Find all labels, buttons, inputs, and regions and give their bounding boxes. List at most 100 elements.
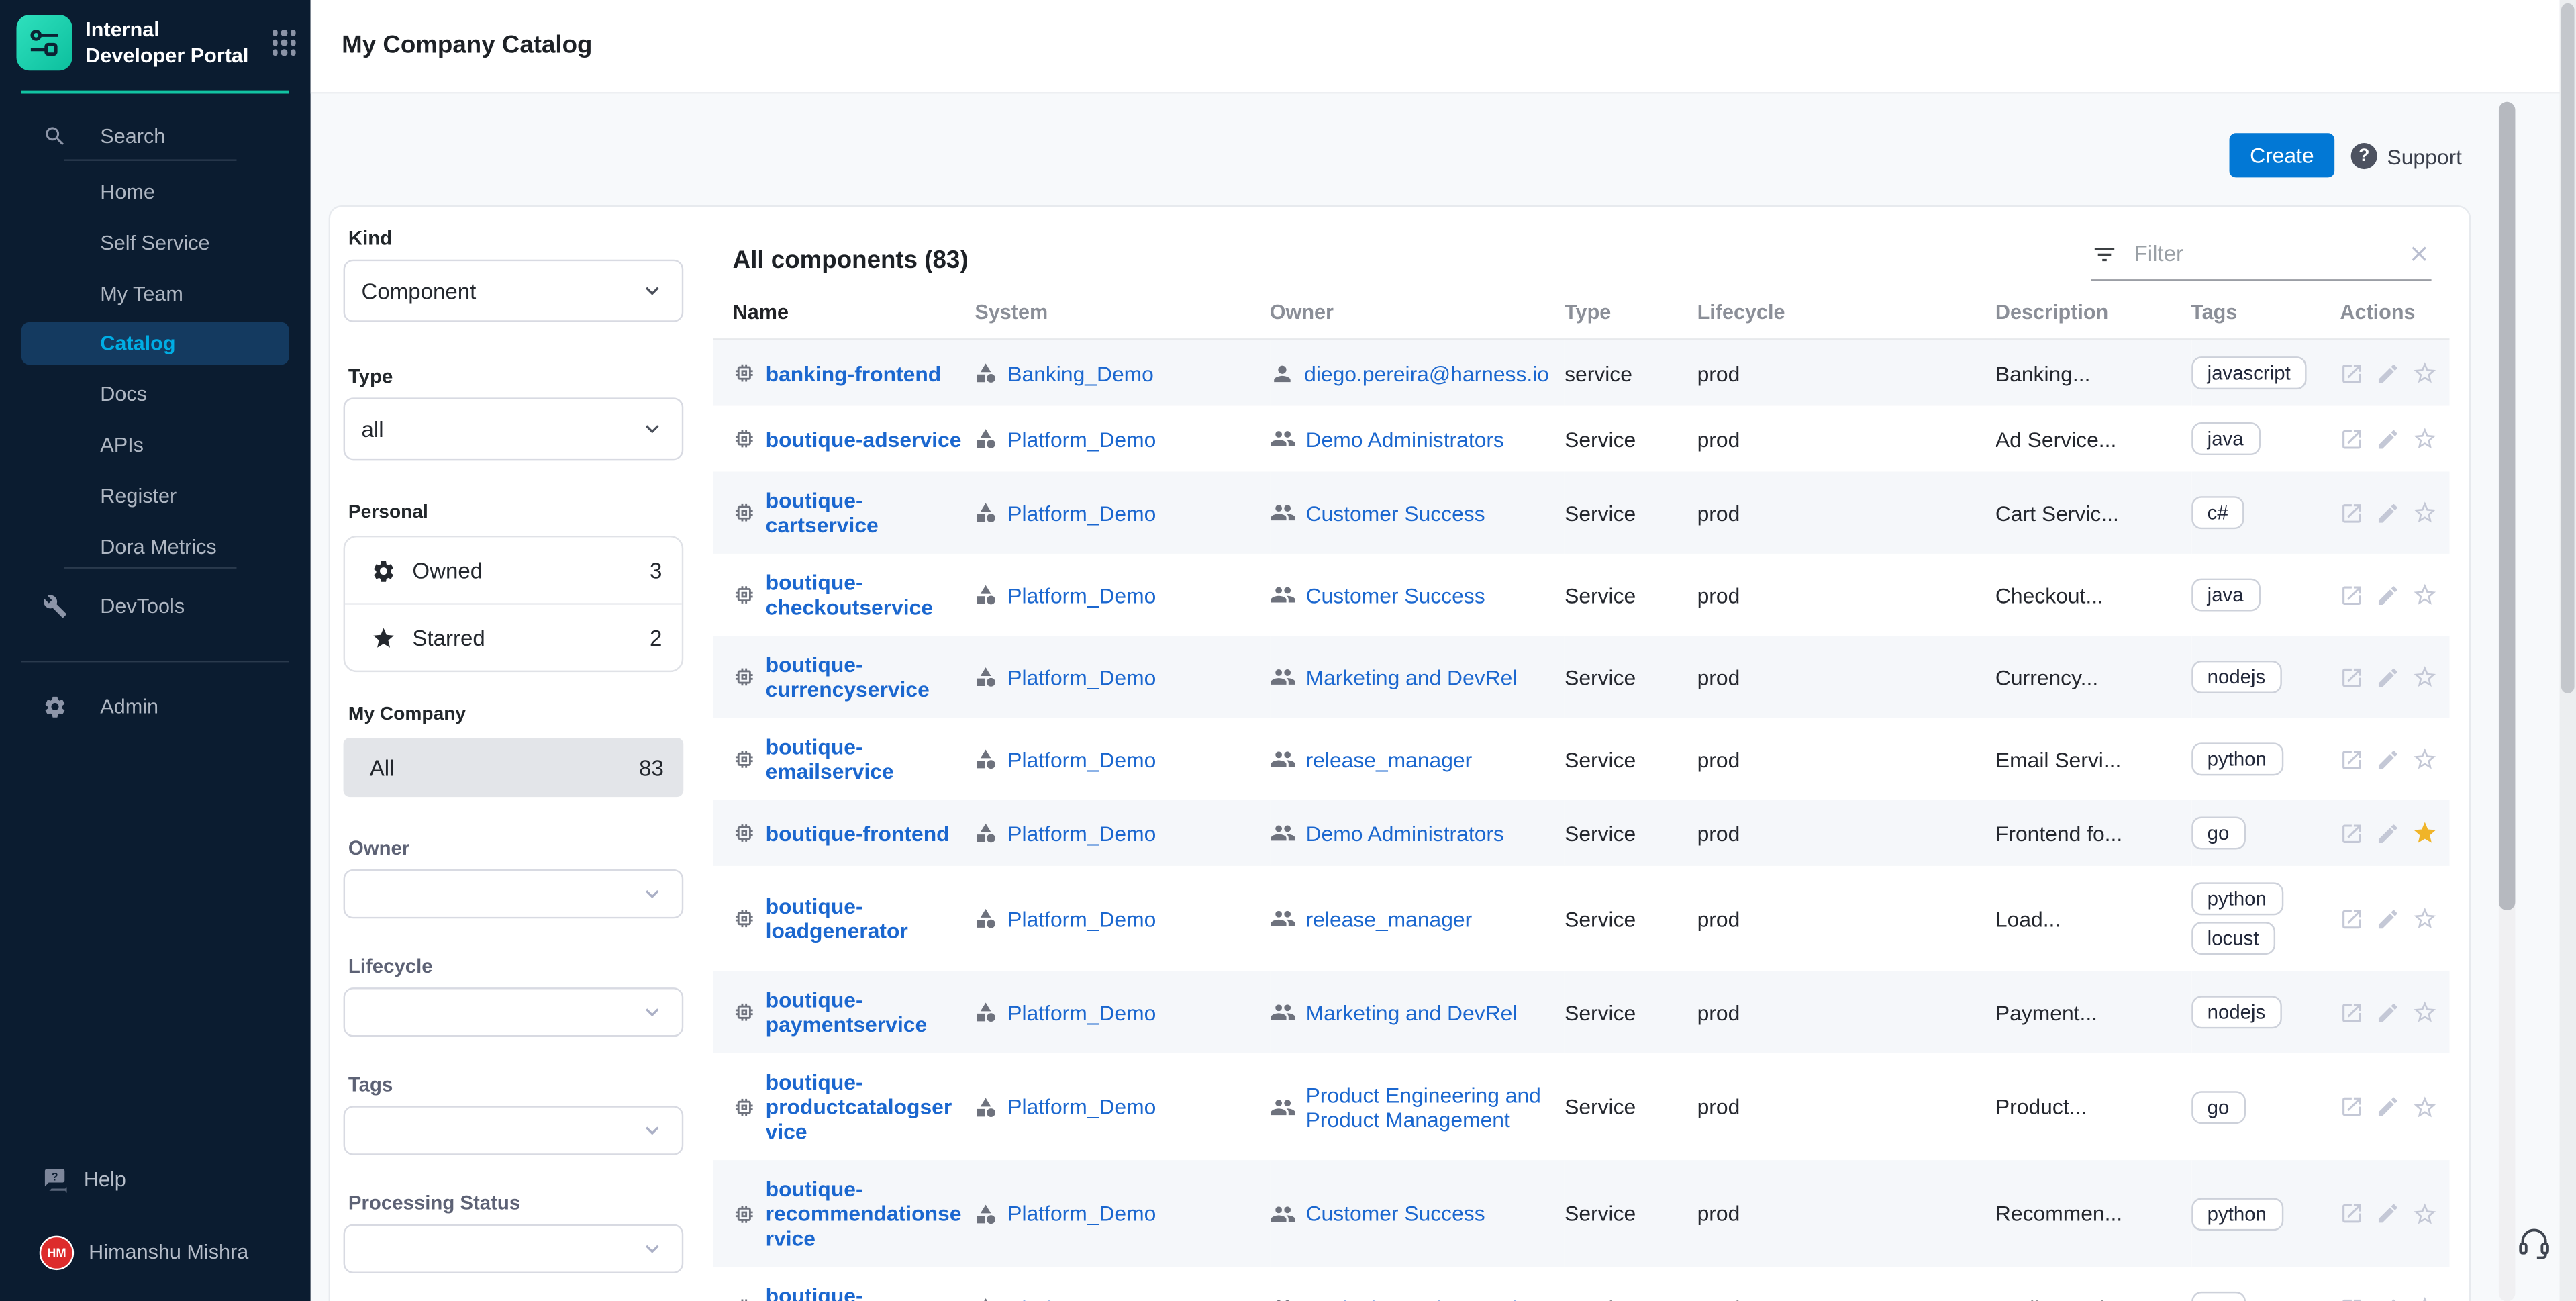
owner-link[interactable]: Demo Administrators [1306,821,1504,846]
edit-icon[interactable] [2376,500,2401,525]
create-button[interactable]: Create [2230,133,2335,177]
column-header-description[interactable]: Description [1995,291,2191,339]
edit-icon[interactable] [2376,821,2401,846]
component-name-link[interactable]: boutique-adservice [766,426,962,451]
star-icon[interactable] [2412,999,2438,1025]
owner-link[interactable]: Customer Success [1306,1201,1485,1226]
owner-link[interactable]: Customer Success [1306,500,1485,525]
open-in-new-icon[interactable] [2340,906,2365,931]
component-name-link[interactable]: boutique-currencyservice [766,653,962,702]
column-header-owner[interactable]: Owner [1270,291,1565,339]
apps-grid-icon[interactable] [272,30,295,56]
column-header-actions[interactable]: Actions [2340,291,2449,339]
open-in-new-icon[interactable] [2340,746,2365,771]
owner-link[interactable]: Customer Success [1306,583,1485,608]
star-icon[interactable] [2412,1295,2438,1301]
star-icon[interactable] [2412,664,2438,690]
sidebar-item-my-team[interactable]: My Team [21,273,289,316]
star-icon[interactable] [2412,1094,2438,1120]
support-button[interactable]: ? Support [2351,143,2462,169]
processing-status-select[interactable] [344,1224,684,1273]
star-icon[interactable] [2412,499,2438,526]
sidebar-item-docs[interactable]: Docs [21,373,289,416]
user-menu[interactable]: HM Himanshu Mishra [0,1233,311,1272]
star-icon[interactable] [2412,581,2438,608]
system-link[interactable]: Platform_Demo [1007,500,1156,525]
personal-filter-starred[interactable]: Starred2 [345,603,682,670]
owner-link[interactable]: release_manager [1306,906,1473,931]
column-header-system[interactable]: System [975,291,1269,339]
system-link[interactable]: Platform_Demo [1007,1201,1156,1226]
scrollbar-thumb[interactable] [2561,3,2575,693]
edit-icon[interactable] [2376,665,2401,689]
owner-link[interactable]: Marketing and DevRel [1306,1296,1518,1301]
support-chat-icon[interactable] [2517,1226,2551,1260]
kind-select[interactable]: Component [344,260,684,322]
open-in-new-icon[interactable] [2340,426,2365,451]
edit-icon[interactable] [2376,426,2401,451]
system-link[interactable]: Platform_Demo [1007,665,1156,689]
component-name-link[interactable]: boutique-redisservice [766,1284,962,1301]
column-header-tags[interactable]: Tags [2191,291,2340,339]
edit-icon[interactable] [2376,1000,2401,1024]
filter-all-row[interactable]: All 83 [344,738,684,797]
scrollbar-thumb[interactable] [2499,102,2515,910]
open-in-new-icon[interactable] [2340,1296,2365,1301]
system-link[interactable]: Platform_Demo [1007,1000,1156,1024]
owner-link[interactable]: release_manager [1306,746,1473,771]
open-in-new-icon[interactable] [2340,360,2365,385]
open-in-new-icon[interactable] [2340,583,2365,608]
component-name-link[interactable]: boutique-paymentservice [766,987,962,1037]
system-link[interactable]: Platform_Demo [1007,746,1156,771]
sidebar-item-devtools[interactable]: DevTools [21,585,289,628]
edit-icon[interactable] [2376,1201,2401,1226]
sidebar-item-help[interactable]: ? Help [0,1160,311,1200]
system-link[interactable]: Platform_Demo [1007,906,1156,931]
component-name-link[interactable]: boutique-productcatalogservice [766,1069,962,1143]
clear-filter-icon[interactable] [2407,242,2432,267]
column-header-lifecycle[interactable]: Lifecycle [1697,291,1995,339]
open-in-new-icon[interactable] [2340,1094,2365,1119]
owner-link[interactable]: Demo Administrators [1306,426,1504,451]
sidebar-item-register[interactable]: Register [21,475,289,518]
star-icon[interactable] [2412,360,2438,386]
edit-icon[interactable] [2376,1296,2401,1301]
component-name-link[interactable]: boutique-recommendationservice [766,1177,962,1251]
page-scrollbar[interactable] [2560,0,2576,1301]
column-header-type[interactable]: Type [1565,291,1697,339]
star-icon[interactable] [2412,746,2438,772]
open-in-new-icon[interactable] [2340,821,2365,846]
personal-filter-owned[interactable]: Owned3 [345,537,682,603]
component-name-link[interactable]: boutique-emailservice [766,734,962,783]
star-icon[interactable] [2412,426,2438,452]
system-link[interactable]: Platform_Demo [1007,1296,1156,1301]
owner-link[interactable]: Product Engineering and Product Manageme… [1306,1082,1552,1131]
edit-icon[interactable] [2376,746,2401,771]
column-header-name[interactable]: Name [713,291,975,339]
component-name-link[interactable]: boutique-checkoutservice [766,570,962,619]
table-scrollbar[interactable] [2499,102,2515,1301]
system-link[interactable]: Platform_Demo [1007,821,1156,846]
open-in-new-icon[interactable] [2340,1000,2365,1024]
lifecycle-select[interactable] [344,987,684,1037]
system-link[interactable]: Platform_Demo [1007,426,1156,451]
owner-link[interactable]: Marketing and DevRel [1306,665,1518,689]
component-name-link[interactable]: boutique-frontend [766,821,950,846]
tags-select[interactable] [344,1106,684,1155]
edit-icon[interactable] [2376,360,2401,385]
sidebar-item-catalog[interactable]: Catalog [21,322,289,365]
open-in-new-icon[interactable] [2340,1201,2365,1226]
type-select[interactable]: all [344,397,684,460]
system-link[interactable]: Platform_Demo [1007,583,1156,608]
component-name-link[interactable]: boutique-cartservice [766,488,962,537]
system-link[interactable]: Banking_Demo [1007,360,1154,385]
owner-link[interactable]: diego.pereira@harness.io [1304,360,1549,385]
sidebar-item-admin[interactable]: Admin [21,685,289,728]
star-icon[interactable] [2412,820,2438,846]
system-link[interactable]: Platform_Demo [1007,1094,1156,1119]
edit-icon[interactable] [2376,583,2401,608]
edit-icon[interactable] [2376,1094,2401,1119]
sidebar-item-search[interactable]: Search [21,115,289,158]
sidebar-item-self-service[interactable]: Self Service [21,222,289,264]
open-in-new-icon[interactable] [2340,500,2365,525]
